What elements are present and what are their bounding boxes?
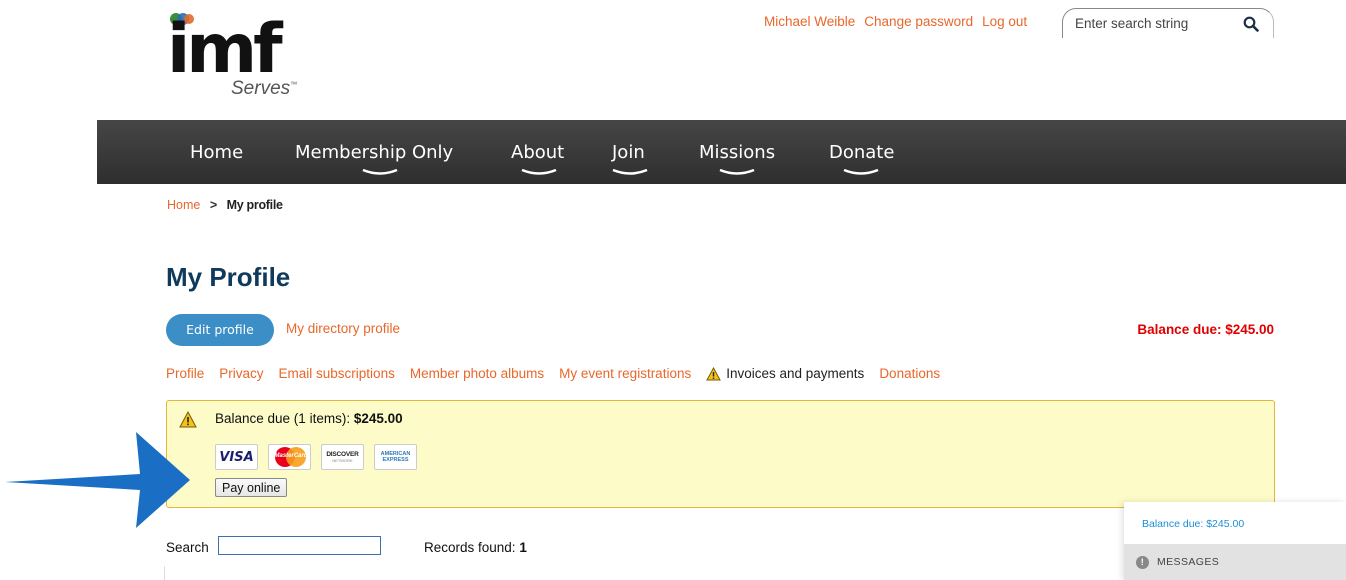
tab-profile[interactable]: Profile	[166, 366, 204, 381]
tab-my-event-registrations[interactable]: My event registrations	[559, 366, 691, 381]
balance-due-text: Balance due (1 items): $245.00	[215, 411, 403, 426]
pay-online-button[interactable]: Pay online	[215, 478, 288, 497]
nav-home-label: Home	[190, 142, 244, 163]
tab-donations[interactable]: Donations	[879, 366, 940, 381]
breadcrumb: Home > My profile	[167, 198, 283, 212]
tab-invoices-label: Invoices and payments	[726, 366, 865, 381]
balance-due-label: Balance due: $245.00	[1137, 322, 1274, 337]
records-found-label: Records found:	[424, 540, 516, 555]
user-name-link[interactable]: Michael Weible	[764, 14, 855, 29]
site-search	[1062, 8, 1274, 38]
nav-missions-label: Missions	[699, 142, 776, 163]
warning-icon	[706, 366, 722, 380]
mastercard-card-icon: MasterCard	[268, 444, 311, 470]
balance-amount: $245.00	[353, 411, 403, 426]
nav-home[interactable]: Home	[190, 142, 243, 163]
breadcrumb-home-link[interactable]: Home	[167, 198, 200, 212]
side-balance-link[interactable]: Balance due: $245.00	[1142, 518, 1244, 530]
records-search-input[interactable]	[218, 536, 381, 555]
edit-profile-button[interactable]: Edit profile	[166, 314, 274, 346]
site-search-input[interactable]	[1075, 16, 1235, 31]
nav-join[interactable]: Join	[612, 142, 648, 175]
nav-about[interactable]: About	[511, 142, 565, 175]
logo-tagline: Serves™	[231, 78, 298, 99]
dropdown-indicator-icon	[612, 169, 648, 175]
dropdown-indicator-icon	[843, 169, 879, 175]
dropdown-indicator-icon	[719, 169, 755, 175]
nav-join-label: Join	[612, 142, 645, 163]
dropdown-indicator-icon	[362, 169, 398, 175]
nav-donate[interactable]: Donate	[829, 142, 895, 175]
tab-member-photo-albums[interactable]: Member photo albums	[410, 366, 544, 381]
balance-items-label: Balance due (1 items):	[215, 411, 351, 426]
tab-email-subscriptions[interactable]: Email subscriptions	[279, 366, 395, 381]
change-password-link[interactable]: Change password	[864, 14, 973, 29]
main-nav: Home Membership Only About Join Missions…	[97, 120, 1346, 184]
side-panel: Balance due: $245.00 ! MESSAGES	[1124, 502, 1346, 580]
breadcrumb-current: My profile	[226, 198, 283, 212]
nav-about-label: About	[511, 142, 565, 163]
search-icon[interactable]	[1243, 16, 1259, 32]
breadcrumb-separator: >	[209, 198, 218, 212]
discover-card-icon: DISCOVER NETWORK	[321, 444, 364, 470]
tab-privacy[interactable]: Privacy	[219, 366, 263, 381]
records-found: Records found: 1	[424, 540, 527, 555]
amex-card-icon: AMERICAN EXPRESS	[374, 444, 417, 470]
messages-bar[interactable]: ! MESSAGES	[1124, 544, 1346, 580]
warning-icon	[179, 411, 197, 428]
nav-membership-only[interactable]: Membership Only	[295, 142, 454, 175]
balance-due-notice: Balance due (1 items): $245.00 VISA Mast…	[166, 400, 1275, 508]
site-logo[interactable]: imf Serves™	[167, 8, 317, 100]
records-search-label: Search	[166, 540, 209, 555]
messages-label: MESSAGES	[1157, 556, 1220, 568]
logo-wordmark: imf	[167, 10, 283, 89]
visa-card-icon: VISA	[215, 444, 258, 470]
account-links: Michael Weible Change password Log out	[764, 14, 1027, 29]
nav-membership-label: Membership Only	[295, 142, 454, 163]
nav-missions[interactable]: Missions	[699, 142, 776, 175]
log-out-link[interactable]: Log out	[982, 14, 1027, 29]
records-count: 1	[519, 540, 527, 555]
payment-card-logos: VISA MasterCard DISCOVER NETWORK AMERICA…	[215, 444, 417, 470]
info-icon: !	[1136, 555, 1149, 569]
dropdown-indicator-icon	[521, 169, 557, 175]
tab-invoices-and-payments[interactable]: Invoices and payments	[706, 366, 864, 381]
profile-tabs: Profile Privacy Email subscriptions Memb…	[166, 366, 940, 381]
divider	[164, 566, 165, 580]
nav-donate-label: Donate	[829, 142, 895, 163]
page-title: My Profile	[166, 262, 291, 292]
directory-profile-link[interactable]: My directory profile	[286, 321, 400, 336]
blue-arrow-icon	[5, 432, 190, 528]
